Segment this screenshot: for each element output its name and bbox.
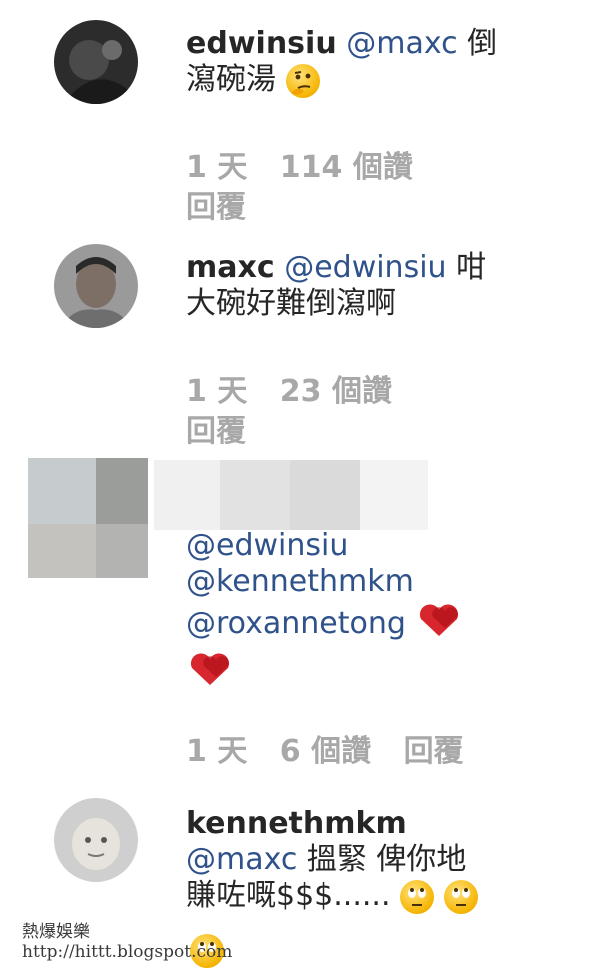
- red-hearts-icon: [415, 600, 463, 649]
- watermark: 熱爆娛樂 http://hittt.blogspot.com: [22, 922, 232, 962]
- comment-text-part: 搵緊 俾你地: [306, 842, 467, 877]
- watermark-title: 熱爆娛樂: [22, 922, 90, 942]
- comment-meta: 1 天 6 個讚 回覆: [186, 734, 486, 770]
- blurred-username: [154, 460, 428, 530]
- comment-username[interactable]: edwinsiu: [186, 26, 337, 61]
- comment-likes[interactable]: 114 個讚: [280, 150, 413, 185]
- comment-mention[interactable]: @kennethmkm: [186, 564, 414, 599]
- comment-text: edwinsiu @maxc 倒 瀉碗湯: [186, 26, 586, 98]
- comment-username[interactable]: maxc: [186, 250, 275, 285]
- comment-meta: 1 天 23 個讚: [186, 374, 414, 410]
- eye-roll-face-icon: [400, 879, 435, 914]
- eye-roll-face-icon: [443, 879, 478, 914]
- avatar[interactable]: [54, 20, 138, 104]
- comment-text-part: 瀉碗湯: [186, 62, 276, 97]
- watermark-url: http://hittt.blogspot.com: [22, 942, 233, 962]
- comment-time: 1 天: [186, 374, 248, 409]
- comment-text-part: 咁: [456, 250, 487, 285]
- reply-button[interactable]: 回覆: [404, 734, 464, 769]
- blurred-avatar: [28, 458, 148, 578]
- comment-text: @edwinsiu @kennethmkm @roxannetong: [186, 528, 586, 698]
- comment-text: maxc @edwinsiu 咁 大碗好難倒瀉啊: [186, 250, 586, 322]
- avatar[interactable]: [54, 798, 138, 882]
- red-hearts-icon: [186, 649, 234, 698]
- reply-button[interactable]: 回覆: [186, 406, 246, 450]
- comment-mention[interactable]: @roxannetong: [186, 606, 406, 641]
- reply-button[interactable]: 回覆: [186, 182, 246, 226]
- avatar[interactable]: [54, 244, 138, 328]
- comment-likes[interactable]: 6 個讚: [280, 734, 371, 769]
- thinking-face-icon: [285, 63, 320, 98]
- comment-meta: 1 天 114 個讚: [186, 150, 435, 186]
- comment-mention[interactable]: @maxc: [186, 842, 297, 877]
- comment-text: kennethmkm @maxc 搵緊 俾你地 賺咗嘅$$$......: [186, 806, 586, 914]
- comment-mention[interactable]: @edwinsiu: [186, 528, 348, 563]
- comment-username[interactable]: kennethmkm: [186, 806, 407, 841]
- comment-text-part: 大碗好難倒瀉啊: [186, 286, 396, 321]
- comment-mention[interactable]: @maxc: [346, 26, 457, 61]
- comment-mention[interactable]: @edwinsiu: [284, 250, 446, 285]
- comment-text-part: 倒: [467, 26, 498, 61]
- comment-time: 1 天: [186, 150, 248, 185]
- comment-likes[interactable]: 23 個讚: [280, 374, 392, 409]
- comment-time: 1 天: [186, 734, 248, 769]
- comment-text-part: 賺咗嘅$$$......: [186, 878, 391, 913]
